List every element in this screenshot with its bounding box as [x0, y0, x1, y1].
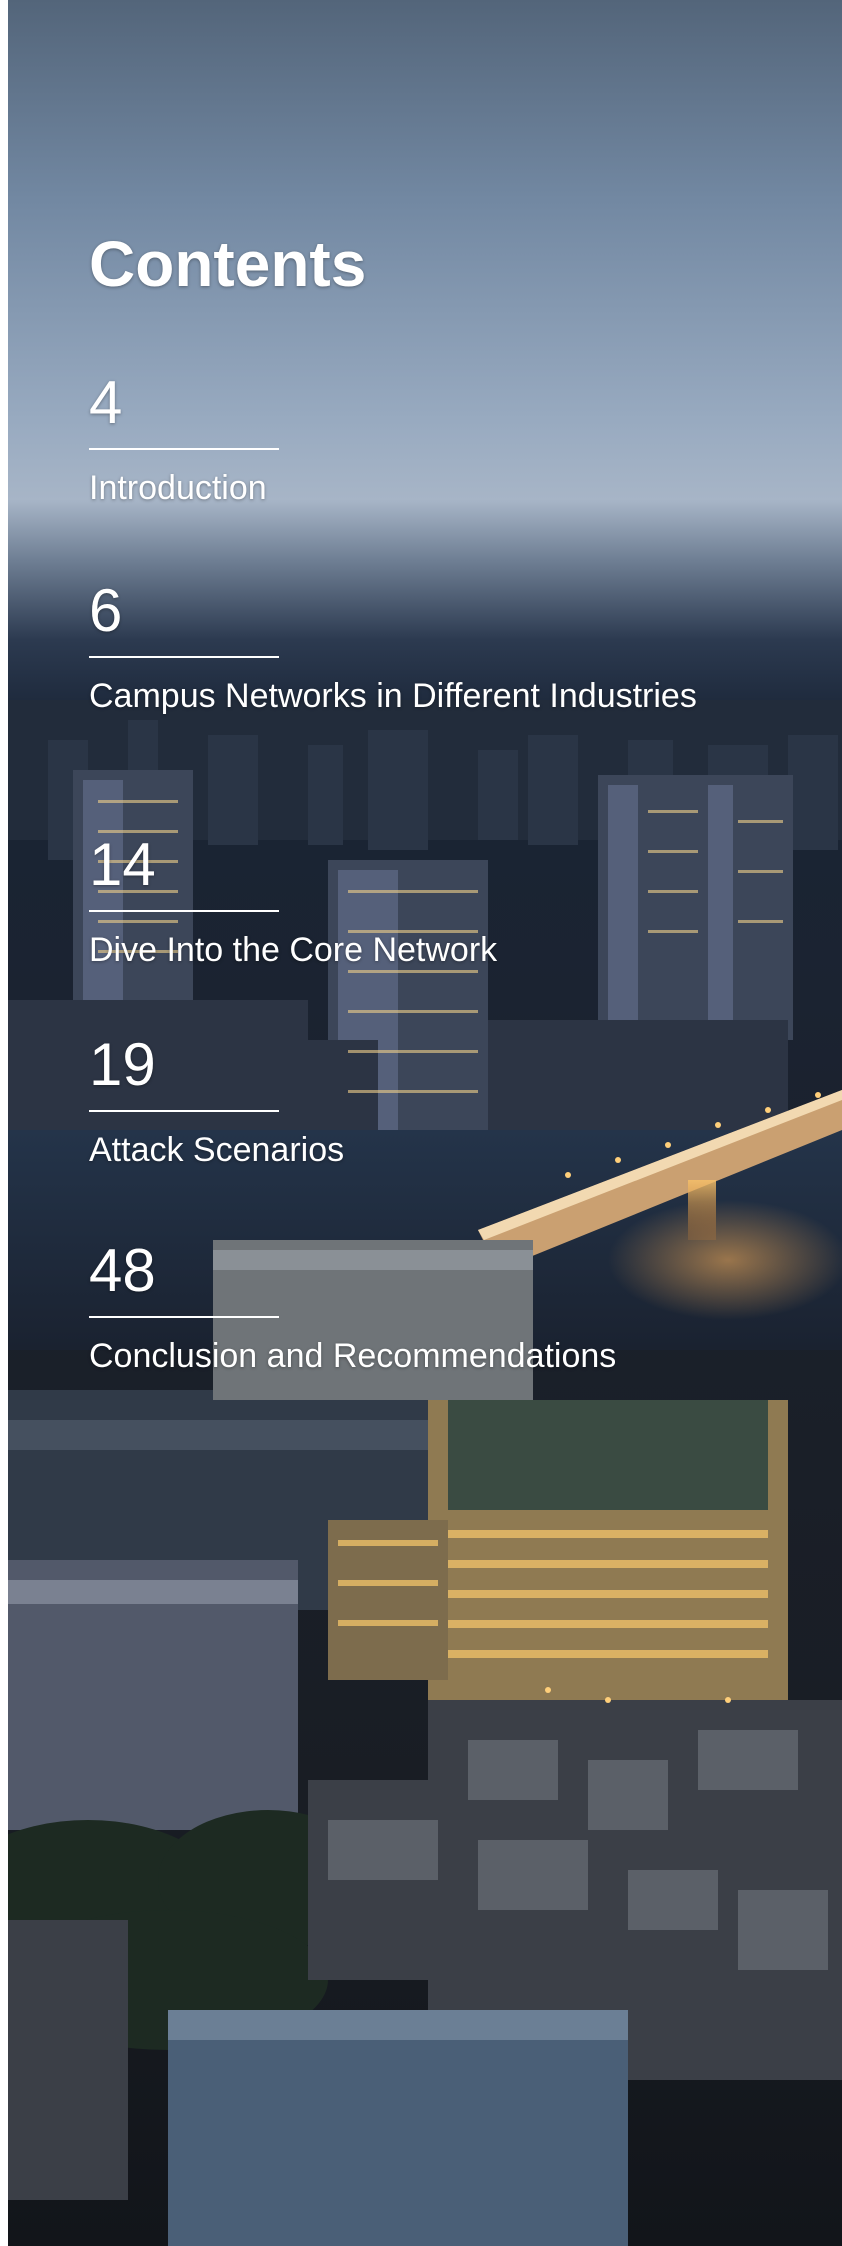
entry-divider [89, 910, 279, 912]
entry-title: Attack Scenarios [89, 1131, 345, 1169]
toc-entry-core-network[interactable]: 14 Dive Into the Core Network [89, 832, 729, 975]
toc-entry-campus-networks[interactable]: 6 Campus Networks in Different Industrie… [89, 578, 729, 721]
entry-title: Conclusion and Recommendations [89, 1337, 617, 1375]
entry-title: Campus Networks in Different Industries [89, 677, 697, 715]
toc-entry-conclusion[interactable]: 48 Conclusion and Recommendations [89, 1238, 729, 1381]
page-number: 4 [89, 369, 123, 436]
toc-entry-introduction[interactable]: 4 Introduction [89, 370, 729, 513]
entry-divider [89, 1316, 279, 1318]
page-number: 6 [89, 577, 123, 644]
entry-divider [89, 1110, 279, 1112]
entry-divider [89, 448, 279, 450]
entry-title: Introduction [89, 469, 267, 507]
page-number: 19 [89, 1031, 156, 1098]
table-of-contents: Contents 4 Introduction 6 Campus Network… [89, 0, 789, 1450]
contents-page: Contents 4 Introduction 6 Campus Network… [0, 0, 842, 2246]
entry-title: Dive Into the Core Network [89, 931, 498, 969]
entry-divider [89, 656, 279, 658]
page-number: 14 [89, 831, 156, 898]
contents-title: Contents [89, 228, 367, 300]
toc-entry-attack-scenarios[interactable]: 19 Attack Scenarios [89, 1032, 729, 1175]
page-number: 48 [89, 1237, 156, 1304]
